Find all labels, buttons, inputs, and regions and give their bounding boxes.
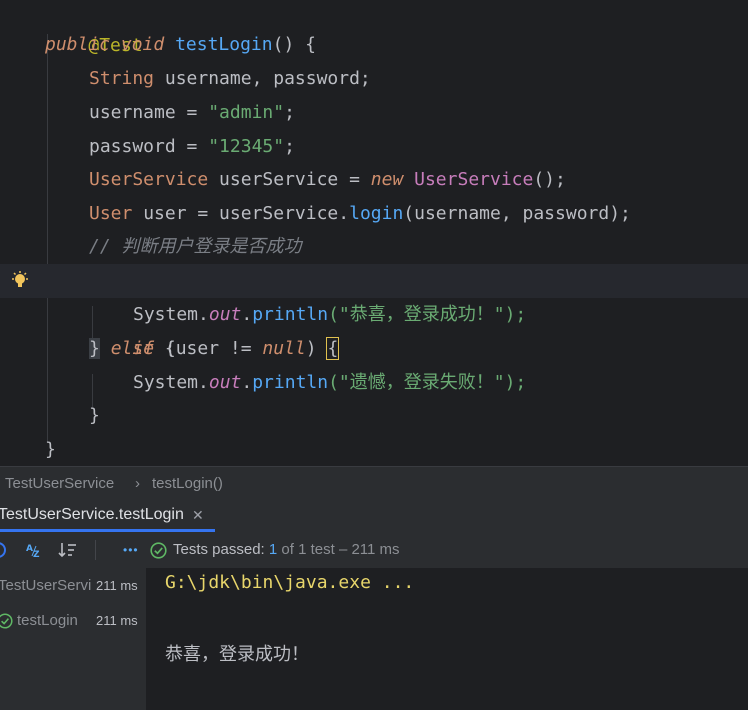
- tab-label: TestUserService.testLogin: [0, 506, 184, 523]
- method-name: testLogin: [175, 34, 273, 55]
- breadcrumb: TestUserService › testLogin(): [0, 466, 748, 502]
- expand-icon[interactable]: [0, 542, 8, 558]
- tab-run-config[interactable]: TestUserService.testLogin ✕: [0, 500, 215, 532]
- test-tree: TestUserServi 211 ms testLogin 211 ms: [0, 568, 147, 710]
- check-circle-icon: [0, 613, 13, 629]
- tree-item-test-method[interactable]: testLogin 211 ms: [0, 604, 146, 638]
- code-line: }: [45, 439, 56, 460]
- svg-text:A: A: [26, 544, 33, 554]
- code-line: @Test: [0, 0, 748, 56]
- breadcrumb-method[interactable]: testLogin(): [152, 467, 223, 501]
- tree-item-test-class[interactable]: TestUserServi 211 ms: [0, 569, 146, 603]
- breadcrumb-separator: ›: [135, 475, 140, 492]
- code-line: User user = userService.login(username, …: [89, 203, 631, 224]
- matched-brace: }: [89, 338, 100, 359]
- code-line: public void testLogin() {: [45, 34, 316, 55]
- test-status: Tests passed: 1 of 1 test – 211 ms: [173, 541, 400, 558]
- current-code-line: if (user != null) {: [0, 264, 748, 360]
- run-tab-bar: TestUserService.testLogin ✕: [0, 500, 748, 532]
- toolbar-divider: [95, 540, 96, 560]
- sort-alphabetically-icon[interactable]: A Z: [26, 542, 44, 558]
- code-line: } else {: [89, 338, 176, 359]
- code-line: // 判断用户登录是否成功: [0, 230, 748, 264]
- check-circle-icon: [150, 542, 167, 559]
- console-stdout: 恭喜，登录成功！: [165, 644, 309, 665]
- code-editor[interactable]: @Test public void testLogin() { String u…: [0, 0, 748, 466]
- code-line: UserService userService = new UserServic…: [89, 169, 566, 190]
- code-line: password = "12345";: [89, 136, 295, 157]
- close-icon[interactable]: ✕: [192, 500, 204, 530]
- console-command: G:\jdk\bin\java.exe ...: [165, 572, 415, 593]
- lightbulb-icon[interactable]: [10, 271, 30, 291]
- code-line: System.out.println("遗憾，登录失败！");: [133, 372, 527, 393]
- code-line: username = "admin";: [89, 102, 295, 123]
- code-line: String username, password;: [89, 68, 371, 89]
- code-line: System.out.println("恭喜，登录成功！");: [133, 304, 527, 325]
- breadcrumb-class[interactable]: TestUserService: [5, 467, 114, 501]
- console-output[interactable]: G:\jdk\bin\java.exe ... 恭喜，登录成功！: [147, 568, 748, 710]
- code-line: }: [89, 405, 100, 426]
- test-toolbar: A Z ••• Tests passed: 1 of 1 test – 211 …: [0, 532, 748, 569]
- sort-by-duration-icon[interactable]: [58, 542, 78, 558]
- more-options-icon[interactable]: •••: [123, 532, 139, 568]
- code-comment: // 判断用户登录是否成功: [89, 236, 302, 257]
